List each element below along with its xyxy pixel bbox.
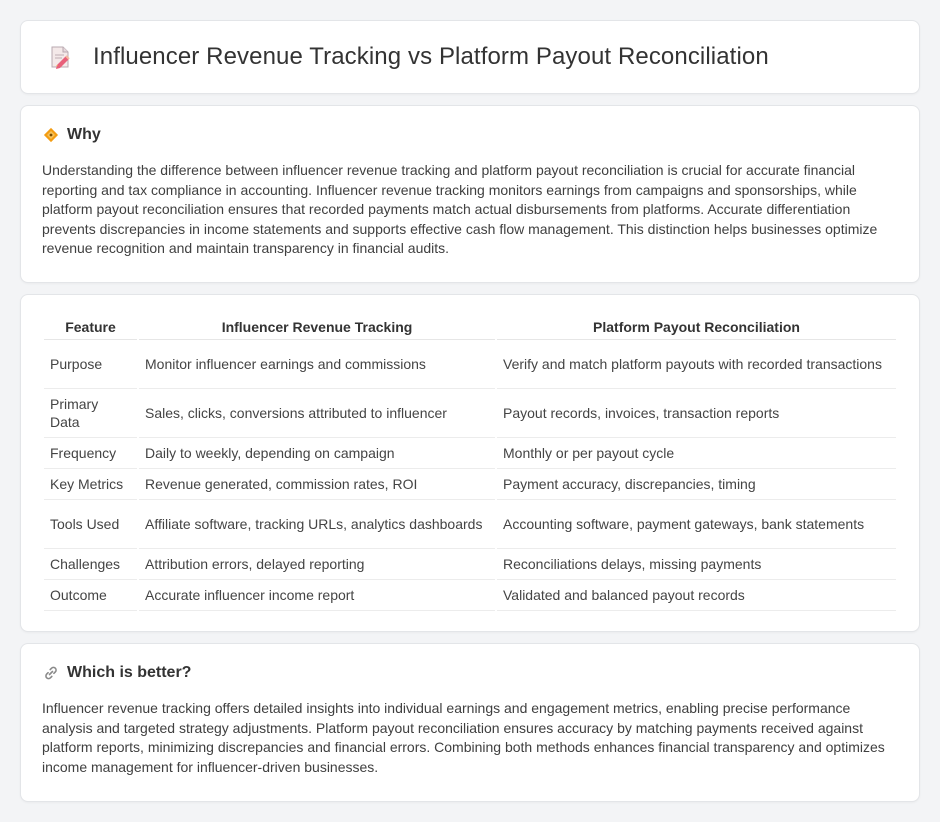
header-feature: Feature [44, 315, 137, 340]
comparison-card: Feature Influencer Revenue Tracking Plat… [20, 294, 920, 632]
row-feature: Tools Used [44, 500, 137, 549]
why-section: Why Understanding the difference between… [20, 105, 920, 283]
row-platform-value: Payment accuracy, discrepancies, timing [497, 469, 896, 500]
row-influencer-value: Affiliate software, tracking URLs, analy… [139, 500, 495, 549]
row-platform-value: Validated and balanced payout records [497, 580, 896, 611]
row-influencer-value: Monitor influencer earnings and commissi… [139, 340, 495, 389]
row-feature: Purpose [44, 340, 137, 389]
row-feature: Key Metrics [44, 469, 137, 500]
table-row: Primary Data Sales, clicks, conversions … [44, 389, 896, 438]
row-influencer-value: Accurate influencer income report [139, 580, 495, 611]
why-text: Understanding the difference between inf… [42, 162, 878, 257]
document-edit-icon [47, 44, 73, 70]
better-text: Influencer revenue tracking offers detai… [42, 700, 885, 775]
header-influencer-revenue-tracking: Influencer Revenue Tracking [139, 315, 495, 340]
table-row: Tools Used Affiliate software, tracking … [44, 500, 896, 549]
comparison-table: Feature Influencer Revenue Tracking Plat… [42, 315, 898, 611]
row-influencer-value: Sales, clicks, conversions attributed to… [139, 389, 495, 438]
table-row: Purpose Monitor influencer earnings and … [44, 340, 896, 389]
table-row: Outcome Accurate influencer income repor… [44, 580, 896, 611]
table-row: Challenges Attribution errors, delayed r… [44, 549, 896, 580]
row-feature: Challenges [44, 549, 137, 580]
better-heading: Which is better? [67, 664, 192, 681]
row-influencer-value: Daily to weekly, depending on campaign [139, 438, 495, 469]
row-feature: Frequency [44, 438, 137, 469]
page-title: Influencer Revenue Tracking vs Platform … [93, 43, 769, 70]
diamond-sign-icon [42, 126, 60, 144]
row-feature: Primary Data [44, 389, 137, 438]
row-platform-value: Monthly or per payout cycle [497, 438, 896, 469]
row-platform-value: Verify and match platform payouts with r… [497, 340, 896, 389]
header-platform-payout-reconciliation: Platform Payout Reconciliation [497, 315, 896, 340]
table-header-row: Feature Influencer Revenue Tracking Plat… [44, 315, 896, 340]
link-icon [42, 664, 60, 682]
header-card: Influencer Revenue Tracking vs Platform … [20, 20, 920, 94]
row-influencer-value: Revenue generated, commission rates, ROI [139, 469, 495, 500]
table-row: Frequency Daily to weekly, depending on … [44, 438, 896, 469]
row-influencer-value: Attribution errors, delayed reporting [139, 549, 495, 580]
why-heading: Why [67, 126, 101, 143]
row-platform-value: Payout records, invoices, transaction re… [497, 389, 896, 438]
row-platform-value: Reconciliations delays, missing payments [497, 549, 896, 580]
table-row: Key Metrics Revenue generated, commissio… [44, 469, 896, 500]
row-feature: Outcome [44, 580, 137, 611]
which-is-better-section: Which is better? Influencer revenue trac… [20, 643, 920, 802]
row-platform-value: Accounting software, payment gateways, b… [497, 500, 896, 549]
